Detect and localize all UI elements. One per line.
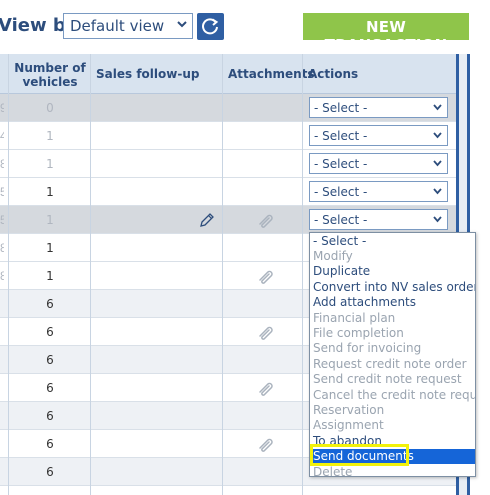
row-actions-select-value: - Select -	[314, 157, 368, 171]
table-row[interactable]: 5 1 - Select -	[0, 206, 456, 234]
row-actions-select-value: - Select -	[314, 213, 368, 227]
dropdown-option: Cancel the credit note request	[313, 387, 475, 402]
paperclip-icon[interactable]	[257, 436, 275, 452]
chevron-down-icon	[433, 188, 442, 195]
vehicles-count: 6	[46, 409, 54, 423]
chevron-down-icon	[433, 104, 442, 111]
vehicles-count: 1	[46, 241, 54, 255]
dropdown-option: Delete	[313, 464, 353, 477]
vehicles-count: 1	[46, 185, 54, 199]
pencil-icon[interactable]	[199, 212, 215, 228]
row-lead-value: 9	[0, 101, 4, 115]
refresh-icon	[202, 18, 219, 35]
focus-highlight-box	[310, 444, 409, 466]
column-divider	[8, 54, 9, 495]
dropdown-option[interactable]: Duplicate	[310, 264, 475, 279]
paperclip-icon[interactable]	[257, 212, 275, 228]
vehicles-count: 0	[46, 101, 54, 115]
table-row[interactable]: 8 1 - Select -	[0, 150, 456, 178]
vehicles-count: 6	[46, 353, 54, 367]
paperclip-icon[interactable]	[257, 268, 275, 284]
dropdown-option: Reservation	[313, 402, 385, 417]
view-select[interactable]: Default view	[63, 13, 193, 39]
dropdown-option: Request credit note order	[313, 356, 467, 371]
dropdown-option[interactable]: Add attachments	[310, 295, 475, 310]
vehicles-count: 6	[46, 325, 54, 339]
dropdown-option: Send for invoicing	[313, 341, 422, 356]
column-divider	[222, 54, 223, 495]
vehicles-count: 1	[46, 213, 54, 227]
dropdown-option: Modify	[313, 248, 353, 263]
chevron-down-icon	[433, 216, 442, 223]
row-actions-select[interactable]: - Select -	[309, 153, 448, 174]
vehicles-count: 1	[46, 269, 54, 283]
refresh-button[interactable]	[197, 13, 224, 40]
vehicles-count: 6	[46, 437, 54, 451]
dropdown-option: Financial plan	[313, 310, 396, 325]
row-lead-value: 8	[0, 157, 4, 171]
dropdown-option[interactable]: Convert into NV sales order	[310, 280, 475, 295]
row-actions-select-value: - Select -	[314, 185, 368, 199]
table-row[interactable]: 5 1 - Select -	[0, 178, 456, 206]
dropdown-option: File completion	[313, 325, 404, 340]
vehicles-count: 1	[46, 157, 54, 171]
row-lead-value: 4	[0, 129, 4, 143]
actions-dropdown-list[interactable]: - Select - Modify Duplicate Convert into NV…	[309, 232, 476, 477]
paperclip-icon[interactable]	[257, 324, 275, 340]
row-actions-select-value: - Select -	[314, 101, 368, 115]
table-row[interactable]: 4 1 - Select -	[0, 122, 456, 150]
row-actions-select[interactable]: - Select -	[309, 97, 448, 118]
vehicles-count: 6	[46, 297, 54, 311]
row-lead-value: 5	[0, 213, 4, 227]
column-divider	[302, 54, 303, 495]
row-lead-value: 5	[0, 185, 4, 199]
chevron-down-icon	[177, 21, 187, 28]
new-transaction-button[interactable]: NEW TRANSACTION	[303, 13, 469, 54]
table-row[interactable]: 9 0 - Select -	[0, 94, 456, 122]
toolbar: View by Default view NEW TRANSACTION	[0, 0, 490, 54]
vehicles-count: 6	[46, 381, 54, 395]
dropdown-option: Send credit note request	[313, 372, 462, 387]
column-divider	[90, 54, 91, 495]
table-header: Number of vehicles Sales follow-up Attac…	[0, 54, 456, 94]
row-lead-value: 8	[0, 241, 4, 255]
row-actions-select[interactable]: - Select -	[309, 181, 448, 202]
row-actions-select[interactable]: - Select -	[309, 125, 448, 146]
chevron-down-icon	[433, 160, 442, 167]
view-select-value: Default view	[70, 17, 165, 35]
row-actions-select-value: - Select -	[314, 129, 368, 143]
vehicles-count: 6	[46, 465, 54, 479]
paperclip-icon[interactable]	[257, 380, 275, 396]
dropdown-option[interactable]: - Select -	[310, 234, 475, 249]
dropdown-option: Assignment	[313, 418, 384, 433]
chevron-down-icon	[433, 132, 442, 139]
row-lead-value: 8	[0, 269, 4, 283]
row-actions-select[interactable]: - Select -	[309, 209, 448, 230]
vehicles-count: 1	[46, 129, 54, 143]
